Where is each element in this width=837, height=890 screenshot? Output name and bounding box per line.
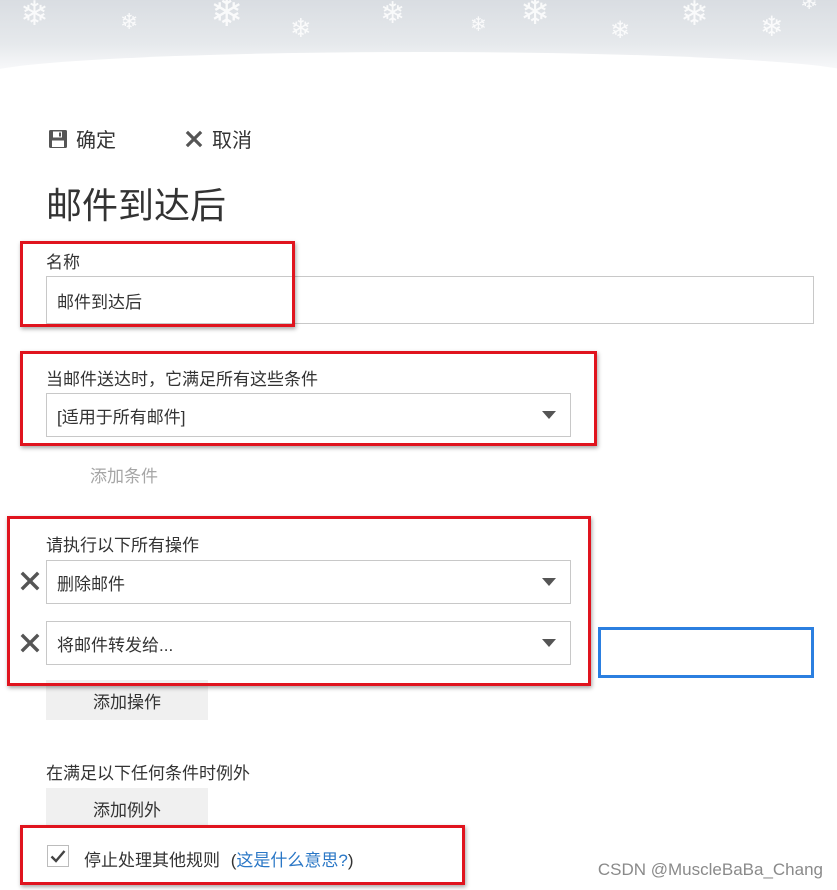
annotation-box-forward-recipient: [598, 627, 814, 678]
snowflake-icon: ❄: [20, 0, 49, 34]
exceptions-label: 在满足以下任何条件时例外: [46, 764, 250, 783]
cancel-label: 取消: [212, 130, 252, 152]
snowflake-icon: ❄: [210, 0, 244, 36]
ok-button[interactable]: 确定: [48, 124, 116, 153]
snowflake-icon: ❄: [800, 0, 819, 15]
snowflake-icon: ❄: [290, 14, 312, 44]
snowflake-icon: ❄: [120, 10, 139, 35]
add-action-button[interactable]: 添加操作: [46, 680, 208, 720]
header-banner: ❄ ❄ ❄ ❄ ❄ ❄ ❄ ❄ ❄ ❄ ❄: [0, 0, 837, 80]
save-icon: [49, 129, 67, 148]
page-title: 邮件到达后: [46, 185, 227, 226]
cancel-button[interactable]: 取消: [184, 124, 252, 153]
snowflake-icon: ❄: [610, 16, 631, 44]
watermark: CSDN @MuscleBaBa_Chang: [597, 860, 823, 879]
annotation-box-conditions: [20, 351, 597, 446]
snowflake-icon: ❄: [520, 0, 551, 33]
banner-wave: [0, 52, 837, 80]
annotation-box-actions: [7, 516, 591, 686]
snowflake-icon: ❄: [470, 12, 487, 36]
ok-label: 确定: [76, 130, 116, 152]
snowflake-icon: ❄: [380, 0, 406, 31]
add-exception-button[interactable]: 添加例外: [46, 788, 208, 828]
snowflake-icon: ❄: [680, 0, 709, 34]
add-condition-button[interactable]: 添加条件: [90, 462, 158, 487]
annotation-box-stop-processing: [20, 825, 465, 885]
annotation-box-name: [20, 241, 295, 327]
snowflake-icon: ❄: [760, 10, 784, 43]
close-icon: [185, 130, 203, 147]
